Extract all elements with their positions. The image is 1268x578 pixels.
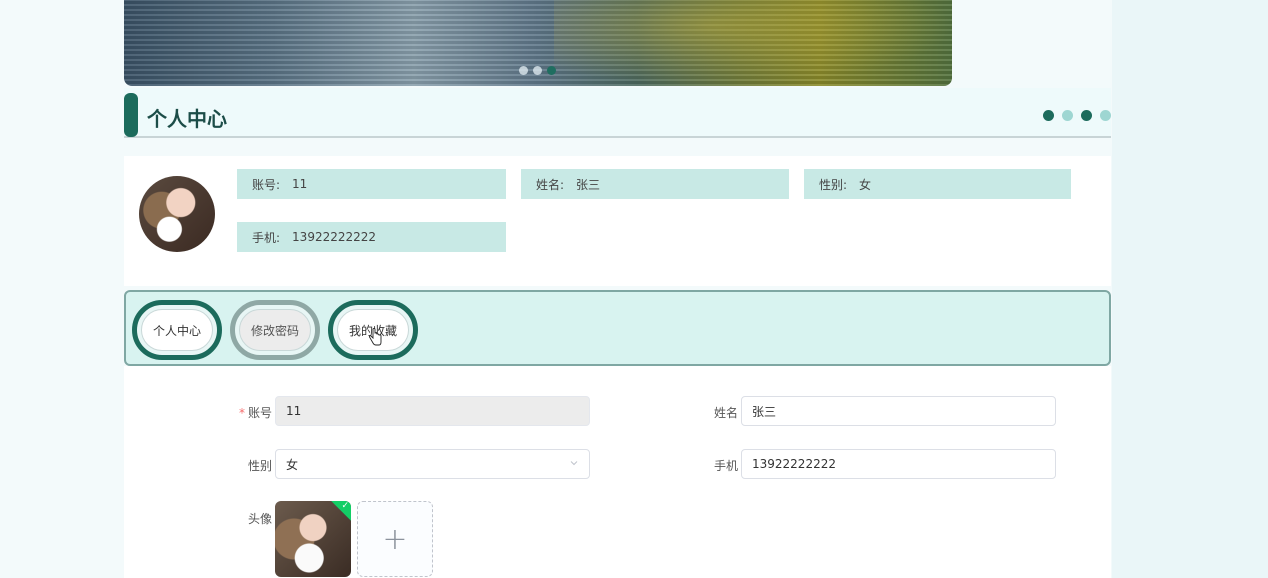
dot-icon — [1043, 110, 1054, 121]
gender-info-value: 女 — [859, 177, 872, 192]
account-field[interactable]: 11 — [275, 396, 590, 426]
chevron-down-icon — [570, 461, 578, 466]
phone-info-chip: 手机: 13922222222 — [237, 222, 506, 252]
banner-carousel[interactable] — [124, 0, 952, 86]
account-info-chip: 账号: 11 — [237, 169, 506, 199]
account-info-value: 11 — [292, 177, 308, 191]
tab-personal-center[interactable]: 个人中心 — [132, 300, 222, 360]
name-info-value: 张三 — [576, 177, 601, 192]
name-info-label: 姓名: — [536, 177, 565, 192]
profile-edit-form: * 账号 11 姓名 张三 性别 女 手机 13922222222 头像 ✓ + — [124, 366, 1111, 578]
gender-select[interactable]: 女 — [275, 449, 590, 479]
carousel-dot-1[interactable] — [519, 66, 528, 75]
gender-select-value: 女 — [286, 457, 299, 472]
avatar-upload-button[interactable]: + — [357, 501, 433, 577]
decorative-dots — [1043, 110, 1111, 121]
hand-cursor-icon — [368, 328, 382, 346]
carousel-indicators — [519, 66, 556, 75]
required-asterisk: * — [238, 406, 245, 420]
right-background-panel — [1112, 0, 1268, 578]
phone-info-value: 13922222222 — [292, 230, 377, 244]
phone-field[interactable]: 13922222222 — [741, 449, 1056, 479]
name-field[interactable]: 张三 — [741, 396, 1056, 426]
section-header: 个人中心 — [124, 88, 1111, 138]
section-accent-bar — [124, 93, 138, 137]
name-field-label: 姓名 — [713, 406, 738, 420]
gender-info-label: 性别: — [819, 177, 848, 192]
carousel-dot-3[interactable] — [547, 66, 556, 75]
account-field-label: * 账号 — [238, 406, 272, 420]
dot-icon — [1100, 110, 1111, 121]
name-info-chip: 姓名: 张三 — [521, 169, 789, 199]
avatar — [139, 176, 215, 252]
tab-personal-center-label: 个人中心 — [141, 309, 213, 351]
uploaded-avatar-thumbnail[interactable]: ✓ — [275, 501, 351, 577]
dot-icon — [1081, 110, 1092, 121]
avatar-field-label: 头像 — [247, 512, 272, 526]
gender-field-label: 性别 — [247, 459, 272, 473]
gender-info-chip: 性别: 女 — [804, 169, 1071, 199]
dot-icon — [1062, 110, 1073, 121]
tab-change-password[interactable]: 修改密码 — [230, 300, 320, 360]
phone-info-label: 手机: — [252, 230, 281, 245]
profile-tab-bar: 个人中心 修改密码 我的收藏 — [124, 290, 1111, 366]
page-title: 个人中心 — [147, 107, 227, 131]
check-icon: ✓ — [341, 501, 349, 511]
phone-field-label: 手机 — [713, 459, 738, 473]
carousel-dot-2[interactable] — [533, 66, 542, 75]
profile-info-card: 账号: 11 姓名: 张三 性别: 女 手机: 13922222222 — [124, 156, 1111, 286]
tab-change-password-label: 修改密码 — [239, 309, 311, 351]
account-info-label: 账号: — [252, 177, 281, 192]
